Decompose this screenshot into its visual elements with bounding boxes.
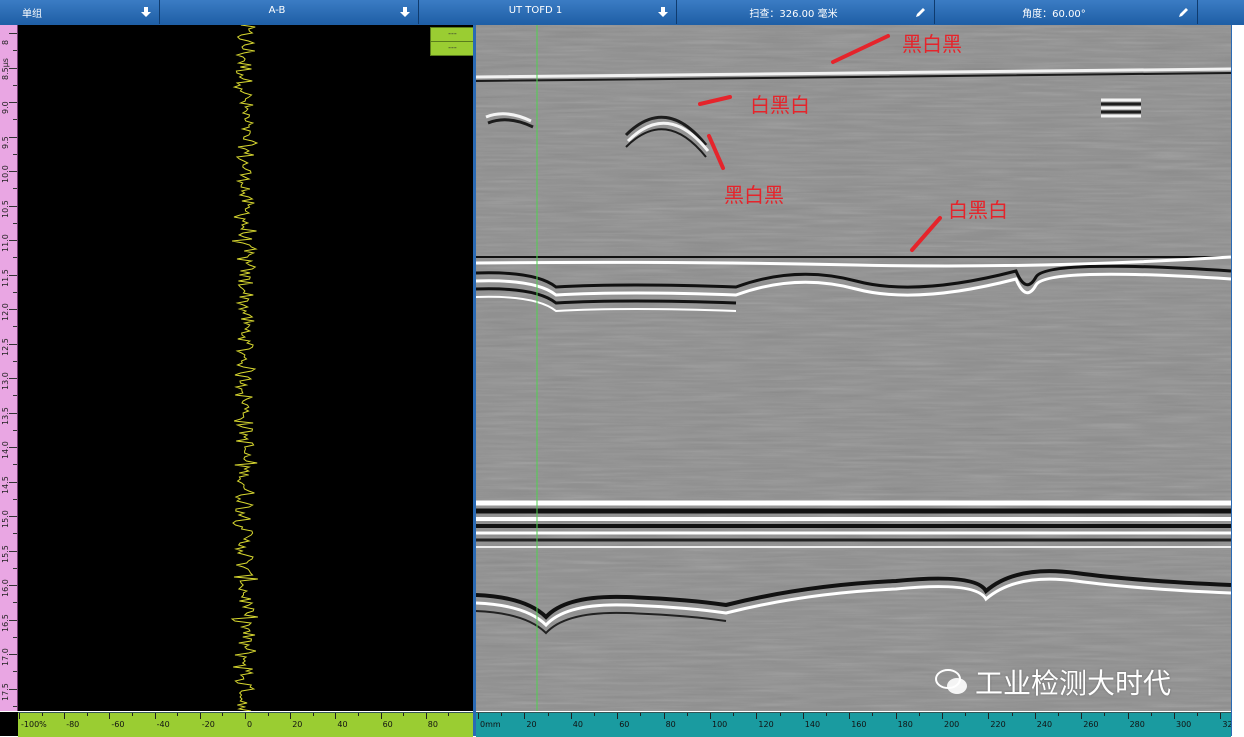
watermark: 工业检测大时代 xyxy=(935,662,1171,702)
annotation-pointers xyxy=(698,34,942,252)
annotation-label: 黑白黑 xyxy=(724,183,784,207)
annotation-label: 黑白黑 xyxy=(902,32,962,56)
watermark-text: 工业检测大时代 xyxy=(975,667,1172,700)
annotation-label: 白黑白 xyxy=(948,198,1008,222)
wechat-icon xyxy=(935,669,967,694)
annotation-label: 白黑白 xyxy=(750,93,810,117)
